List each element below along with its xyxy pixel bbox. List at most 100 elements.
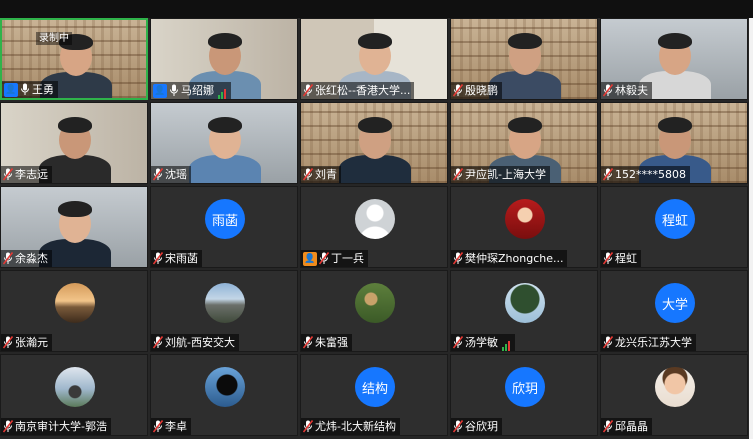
avatar <box>55 283 95 323</box>
participant-tile[interactable]: 樊仲琛Zhongche... <box>450 186 598 268</box>
participant-name: 林毅夫 <box>615 84 648 97</box>
avatar <box>55 367 95 407</box>
participant-name-label: 南京审计大学-郭浩 <box>1 418 111 435</box>
participant-tile[interactable]: 大学 龙兴乐江苏大学 <box>600 270 748 352</box>
participant-tile[interactable]: 邱晶晶 <box>600 354 748 436</box>
participant-tile[interactable]: 南京审计大学-郭浩 <box>0 354 148 436</box>
participant-name: 张红松--香港大学... <box>315 84 411 97</box>
participant-name: 宋雨菡 <box>165 252 198 265</box>
participant-tile[interactable]: 朱富强 <box>300 270 448 352</box>
participant-name-label: 张瀚元 <box>1 334 52 351</box>
participant-name-label: 林毅夫 <box>601 82 652 99</box>
microphone-muted-icon[interactable] <box>603 252 613 265</box>
participant-name: 殷晓鹏 <box>465 84 498 97</box>
participant-name-label: 李卓 <box>151 418 191 435</box>
participant-name: 汤学敏 <box>465 336 498 349</box>
microphone-muted-icon[interactable] <box>319 252 329 265</box>
participant-name: 沈瑶 <box>165 168 187 181</box>
microphone-icon[interactable] <box>20 83 30 96</box>
microphone-muted-icon[interactable] <box>3 336 13 349</box>
recording-indicator: 录制中 <box>36 32 72 45</box>
microphone-muted-icon[interactable] <box>3 252 13 265</box>
participant-tile[interactable]: 刘青 <box>300 102 448 184</box>
top-bar <box>0 0 753 18</box>
participant-name-label: 尹应凯-上海大学 <box>451 166 550 183</box>
avatar <box>205 367 245 407</box>
avatar: 欣玥 <box>505 367 545 407</box>
participant-name: 程虹 <box>615 252 637 265</box>
participant-tile[interactable]: 张瀚元 <box>0 270 148 352</box>
participant-tile[interactable]: 沈瑶 <box>150 102 298 184</box>
participant-tile[interactable]: 李卓 <box>150 354 298 436</box>
microphone-muted-icon[interactable] <box>603 420 613 433</box>
avatar <box>505 283 545 323</box>
microphone-muted-icon[interactable] <box>153 168 163 181</box>
participant-name-label: 刘青 <box>301 166 341 183</box>
participant-tile[interactable]: 余淼杰 <box>0 186 148 268</box>
participant-name: 尤炜-北大新结构 <box>315 420 396 433</box>
audio-level-icon <box>218 82 227 99</box>
participant-tile[interactable]: 林毅夫 <box>600 18 748 100</box>
participant-name-label: 汤学敏 <box>451 334 515 351</box>
microphone-muted-icon[interactable] <box>153 420 163 433</box>
host-icon: 👤 <box>4 82 18 97</box>
participant-name-label: 152****5808 <box>601 166 690 183</box>
microphone-muted-icon[interactable] <box>303 168 313 181</box>
participant-tile[interactable]: 👤 马绍娜 <box>150 18 298 100</box>
microphone-muted-icon[interactable] <box>303 336 313 349</box>
participant-tile[interactable]: 刘航-西安交大 <box>150 270 298 352</box>
participant-tile[interactable]: 殷晓鹏 <box>450 18 598 100</box>
participant-tile[interactable]: 张红松--香港大学... <box>300 18 448 100</box>
participant-name: 尹应凯-上海大学 <box>465 168 546 181</box>
participant-tile[interactable]: 👤 丁一兵 <box>300 186 448 268</box>
microphone-muted-icon[interactable] <box>3 168 13 181</box>
participant-name: 朱富强 <box>315 336 348 349</box>
microphone-muted-icon[interactable] <box>453 252 463 265</box>
microphone-muted-icon[interactable] <box>603 168 613 181</box>
participant-name-label: 邱晶晶 <box>601 418 652 435</box>
participant-tile[interactable]: 152****5808 <box>600 102 748 184</box>
microphone-muted-icon[interactable] <box>153 252 163 265</box>
participant-tile[interactable]: 李志远 <box>0 102 148 184</box>
avatar <box>205 283 245 323</box>
participant-name-label: 👤 马绍娜 <box>151 82 231 99</box>
microphone-icon[interactable] <box>169 84 179 97</box>
microphone-muted-icon[interactable] <box>303 420 313 433</box>
participant-name: 张瀚元 <box>15 336 48 349</box>
participant-name: 王勇 <box>32 83 54 96</box>
microphone-muted-icon[interactable] <box>153 336 163 349</box>
microphone-muted-icon[interactable] <box>603 84 613 97</box>
microphone-muted-icon[interactable] <box>603 336 613 349</box>
microphone-muted-icon[interactable] <box>3 420 13 433</box>
microphone-muted-icon[interactable] <box>453 420 463 433</box>
participant-name-label: 👤 王勇 <box>2 81 58 98</box>
participant-tile[interactable]: 结构 尤炜-北大新结构 <box>300 354 448 436</box>
participant-tile[interactable]: 尹应凯-上海大学 <box>450 102 598 184</box>
participant-tile[interactable]: 雨菡 宋雨菡 <box>150 186 298 268</box>
participant-name: 刘航-西安交大 <box>165 336 235 349</box>
microphone-muted-icon[interactable] <box>453 336 463 349</box>
microphone-muted-icon[interactable] <box>453 84 463 97</box>
participant-name-label: 👤 丁一兵 <box>301 250 368 267</box>
participant-name-label: 张红松--香港大学... <box>301 82 415 99</box>
avatar <box>355 283 395 323</box>
avatar <box>355 199 395 239</box>
avatar: 程虹 <box>655 199 695 239</box>
participant-name: 李卓 <box>165 420 187 433</box>
host-icon: 👤 <box>153 83 167 98</box>
participant-name: 南京审计大学-郭浩 <box>15 420 107 433</box>
microphone-muted-icon[interactable] <box>303 84 313 97</box>
participant-tile[interactable]: 汤学敏 <box>450 270 598 352</box>
participant-name-label: 李志远 <box>1 166 52 183</box>
participant-name: 152****5808 <box>615 168 686 181</box>
participant-tile[interactable]: 欣玥 谷欣玥 <box>450 354 598 436</box>
participant-name-label: 谷欣玥 <box>451 418 502 435</box>
participant-name-label: 余淼杰 <box>1 250 52 267</box>
participant-tile[interactable]: 录制中 👤 王勇 <box>0 18 148 100</box>
participant-tile[interactable]: 程虹 程虹 <box>600 186 748 268</box>
participant-name-label: 程虹 <box>601 250 641 267</box>
participant-name-label: 沈瑶 <box>151 166 191 183</box>
microphone-muted-icon[interactable] <box>453 168 463 181</box>
participant-name: 李志远 <box>15 168 48 181</box>
participant-name: 谷欣玥 <box>465 420 498 433</box>
